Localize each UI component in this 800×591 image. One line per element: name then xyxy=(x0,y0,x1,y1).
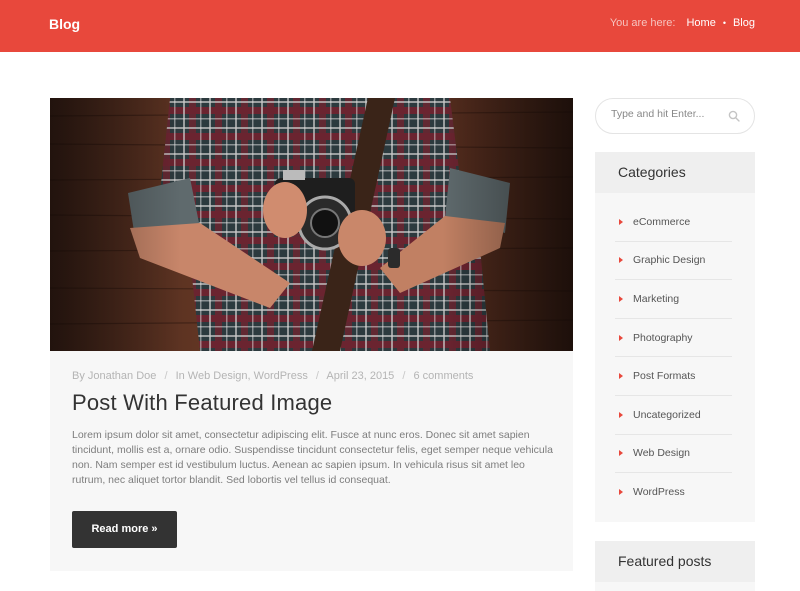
category-item[interactable]: eCommerce xyxy=(615,203,732,242)
post-meta: By Jonathan Doe / In Web Design, WordPre… xyxy=(72,370,473,382)
page-title: Blog xyxy=(49,16,81,32)
breadcrumb-lead: You are here: xyxy=(609,17,676,29)
search-icon[interactable] xyxy=(728,110,740,122)
category-item[interactable]: Graphic Design xyxy=(615,242,732,281)
meta-separator: / xyxy=(402,370,406,382)
category-link[interactable]: Photography xyxy=(633,332,693,344)
category-item[interactable]: Post Formats xyxy=(615,357,732,396)
category-item[interactable]: WordPress xyxy=(615,473,732,512)
arrow-right-icon xyxy=(619,411,623,418)
arrow-right-icon xyxy=(619,334,623,341)
category-link[interactable]: eCommerce xyxy=(633,216,690,228)
breadcrumb-home-link[interactable]: Home xyxy=(686,17,715,29)
categories-widget: Categories eCommerce Graphic Design Mark… xyxy=(595,152,755,522)
read-more-button[interactable]: Read more » xyxy=(72,511,177,548)
category-item[interactable]: Uncategorized xyxy=(615,396,732,435)
category-link[interactable]: Web Design xyxy=(633,447,690,459)
arrow-right-icon xyxy=(619,450,623,457)
featured-image[interactable] xyxy=(50,98,573,351)
category-link[interactable]: WordPress xyxy=(633,486,685,498)
blog-post-card: By Jonathan Doe / In Web Design, WordPre… xyxy=(50,98,573,571)
post-categories[interactable]: In Web Design, WordPress xyxy=(176,370,308,382)
search-box xyxy=(595,98,755,134)
categories-list: eCommerce Graphic Design Marketing Photo… xyxy=(595,193,755,512)
breadcrumb-current[interactable]: Blog xyxy=(733,17,755,29)
breadcrumb-separator: • xyxy=(722,18,726,28)
category-item[interactable]: Marketing xyxy=(615,280,732,319)
arrow-right-icon xyxy=(619,373,623,380)
arrow-right-icon xyxy=(619,489,623,496)
post-excerpt: Lorem ipsum dolor sit amet, consectetur … xyxy=(72,429,553,486)
featured-posts-widget: Featured posts xyxy=(595,541,755,591)
category-item[interactable]: Photography xyxy=(615,319,732,358)
arrow-right-icon xyxy=(619,257,623,264)
breadcrumb: You are here: Home • Blog xyxy=(610,17,755,29)
post-title[interactable]: Post With Featured Image xyxy=(72,390,332,416)
categories-heading: Categories xyxy=(595,152,755,193)
arrow-right-icon xyxy=(619,218,623,225)
top-header-bar: Blog You are here: Home • Blog xyxy=(0,0,800,52)
post-date[interactable]: April 23, 2015 xyxy=(326,370,394,382)
category-link[interactable]: Post Formats xyxy=(633,370,695,382)
post-author[interactable]: By Jonathan Doe xyxy=(72,370,156,382)
post-comments-link[interactable]: 6 comments xyxy=(414,370,474,382)
search-input[interactable] xyxy=(611,108,721,120)
featured-posts-heading: Featured posts xyxy=(595,541,755,582)
meta-separator: / xyxy=(315,370,319,382)
category-link[interactable]: Marketing xyxy=(633,293,679,305)
meta-separator: / xyxy=(164,370,168,382)
category-item[interactable]: Web Design xyxy=(615,435,732,474)
category-link[interactable]: Graphic Design xyxy=(633,254,705,266)
arrow-right-icon xyxy=(619,295,623,302)
category-link[interactable]: Uncategorized xyxy=(633,409,701,421)
